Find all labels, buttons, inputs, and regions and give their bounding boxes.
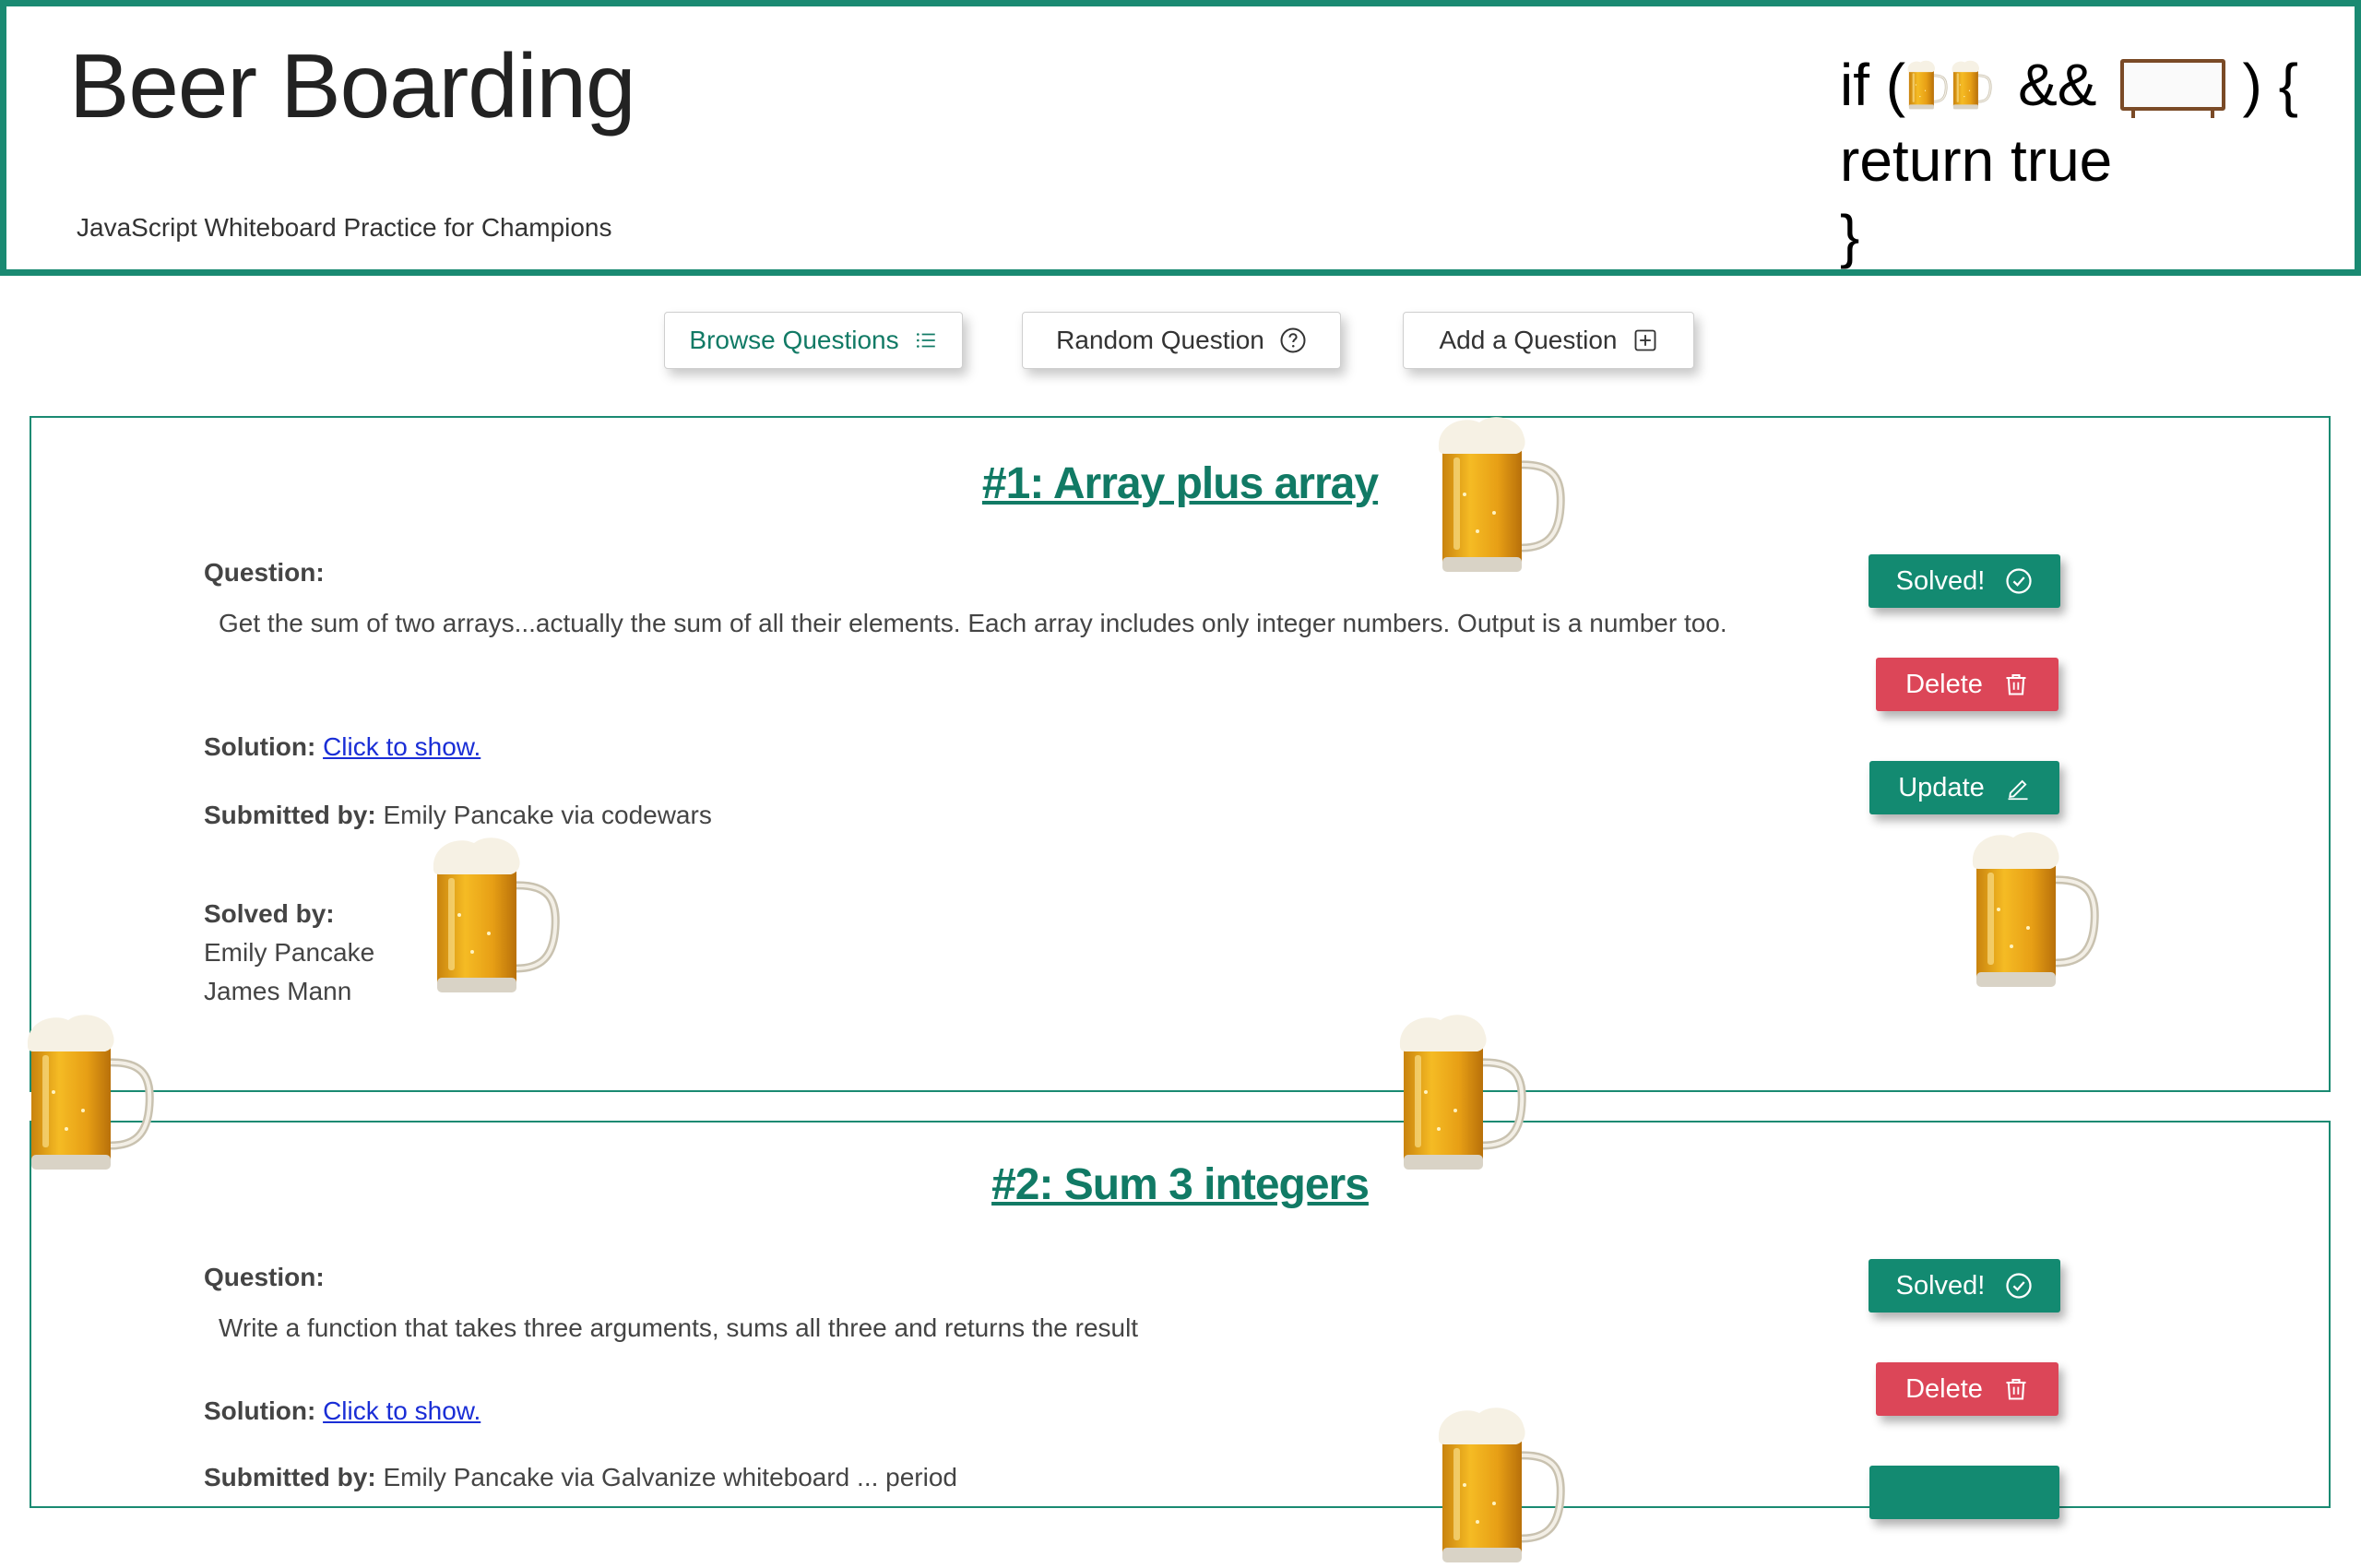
question-label-text: Question: — [204, 1263, 325, 1291]
show-solution-link[interactable]: Click to show. — [323, 1396, 481, 1425]
update-button[interactable]: Update — [1869, 761, 2059, 814]
update-button-label: Update — [1898, 772, 1985, 802]
trash-icon — [2003, 1376, 2029, 1402]
delete-button-label: Delete — [1905, 1373, 1983, 1404]
delete-button[interactable]: Delete — [1876, 1362, 2058, 1416]
random-question-button[interactable]: Random Question — [1022, 312, 1341, 369]
show-solution-link[interactable]: Click to show. — [323, 732, 481, 761]
solver-name: James Mann — [204, 977, 352, 1005]
code-line-3: } — [1840, 203, 1860, 269]
solved-button-label: Solved! — [1895, 1270, 1986, 1301]
question-label: Question: — [204, 558, 325, 588]
update-button[interactable] — [1869, 1466, 2059, 1519]
site-title: Beer Boarding — [69, 35, 636, 137]
submitted-by-row: Submitted by: Emily Pancake via codewars — [204, 801, 712, 830]
beer-mug-icon — [1907, 56, 1948, 113]
site-header: Beer Boarding JavaScript Whiteboard Prac… — [0, 0, 2361, 276]
solved-button[interactable]: Solved! — [1869, 1259, 2060, 1313]
header-code-snippet: if ( && ) { return true } — [1840, 47, 2298, 274]
question-title-link[interactable]: #1: Array plus array — [31, 458, 2329, 509]
question-title-link[interactable]: #2: Sum 3 integers — [31, 1159, 2329, 1210]
browse-questions-button[interactable]: Browse Questions — [664, 312, 963, 369]
submitted-by-value: Emily Pancake via codewars — [383, 801, 712, 829]
question-label: Question: — [204, 1263, 325, 1292]
random-question-label: Random Question — [1056, 326, 1264, 354]
add-question-button[interactable]: Add a Question — [1403, 312, 1694, 369]
code-line-2: return true — [1840, 127, 2113, 194]
question-card: #2: Sum 3 integers Question: Write a fun… — [30, 1121, 2331, 1519]
site-tagline: JavaScript Whiteboard Practice for Champ… — [77, 213, 612, 242]
question-card: #1: Array plus array Question: Get the s… — [30, 416, 2331, 1092]
code-and: && — [2018, 52, 2097, 118]
code-if: if ( — [1840, 52, 1906, 118]
code-line-1: if ( && ) { — [1840, 47, 2298, 123]
submitted-by-value: Emily Pancake via Galvanize whiteboard .… — [383, 1463, 957, 1491]
solved-button[interactable]: Solved! — [1869, 554, 2060, 608]
beer-mug-icon — [1952, 56, 1992, 113]
delete-button[interactable]: Delete — [1876, 658, 2058, 711]
list-icon — [914, 328, 938, 352]
solution-label: Solution: — [204, 1396, 316, 1425]
submitted-by-row: Submitted by: Emily Pancake via Galvaniz… — [204, 1463, 957, 1492]
solved-by-label: Solved by: — [204, 899, 335, 928]
add-question-label: Add a Question — [1439, 326, 1618, 354]
question-mark-icon — [1279, 327, 1307, 354]
check-circle-icon — [2005, 567, 2033, 595]
question-text: Get the sum of two arrays...actually the… — [219, 609, 1727, 637]
solution-row: Solution: Click to show. — [204, 1396, 481, 1426]
question-label-text: Question: — [204, 558, 325, 587]
delete-button-label: Delete — [1905, 669, 1983, 699]
solution-label: Solution: — [204, 732, 316, 761]
solved-button-label: Solved! — [1895, 565, 1986, 596]
question-text: Write a function that takes three argume… — [219, 1313, 1139, 1342]
code-brace-open: ) { — [2242, 52, 2298, 118]
solved-by-block: Solved by: Emily Pancake James Mann — [204, 895, 374, 1011]
plus-square-icon — [1632, 327, 1658, 353]
submitted-by-label: Submitted by: — [204, 1463, 376, 1491]
solver-name: Emily Pancake — [204, 938, 375, 967]
trash-icon — [2003, 671, 2029, 697]
check-circle-icon — [2005, 1272, 2033, 1300]
browse-questions-label: Browse Questions — [689, 326, 899, 354]
solution-row: Solution: Click to show. — [204, 732, 481, 762]
submitted-by-label: Submitted by: — [204, 801, 376, 829]
whiteboard-icon — [2120, 59, 2226, 118]
pencil-icon — [2005, 775, 2031, 801]
